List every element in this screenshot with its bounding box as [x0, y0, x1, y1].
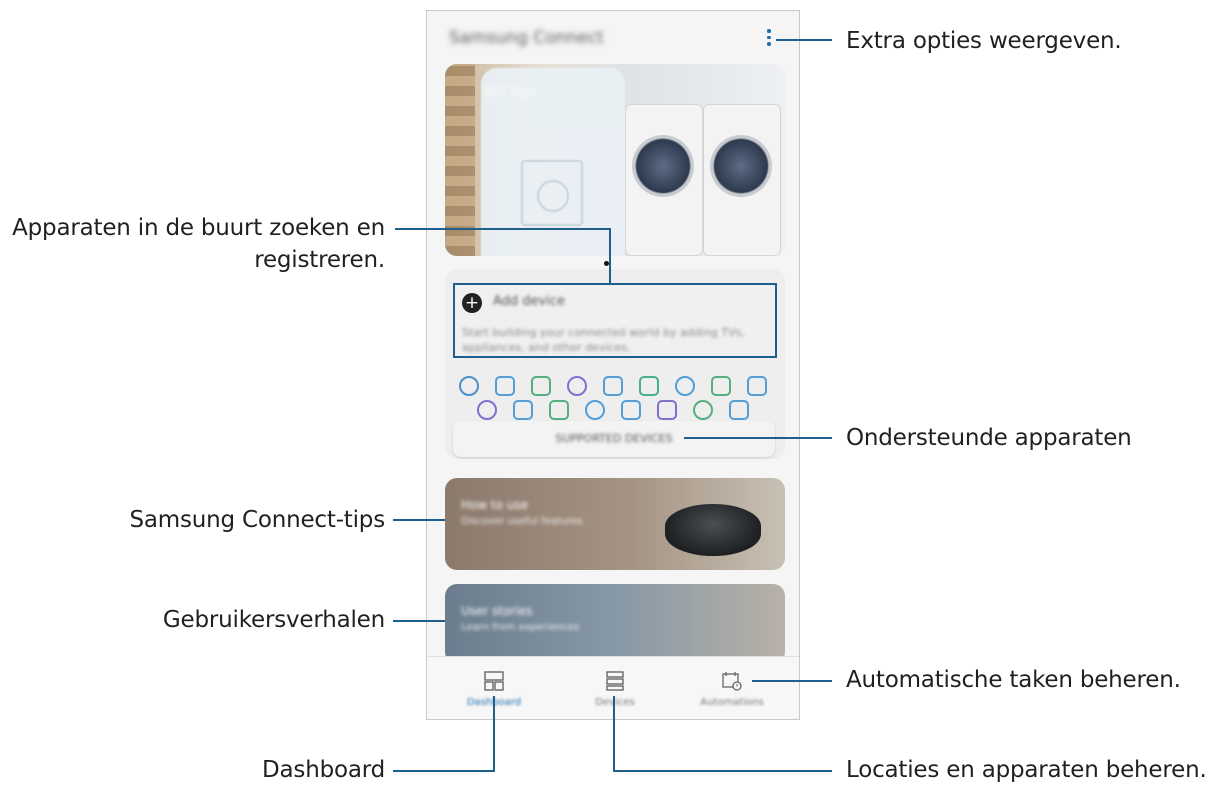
- calendar-clock-icon: [722, 672, 742, 691]
- camera2-icon: [585, 400, 605, 420]
- washer-icon: [477, 400, 497, 420]
- callout-stories: Gebruikersverhalen: [162, 607, 385, 633]
- nav-devices[interactable]: Devices: [560, 657, 670, 719]
- callout-line-menu: [776, 39, 832, 41]
- tv-icon: [747, 376, 767, 396]
- add-device-description: Start building your connected world by a…: [462, 326, 745, 354]
- app-title: Samsung Connect: [449, 28, 604, 48]
- phone-screen: Samsung Connect IoT tips + Add device St…: [426, 10, 800, 720]
- callout-add-device-1: Apparaten in de buurt zoeken en: [12, 215, 385, 241]
- hero-text: IoT tips: [485, 84, 537, 100]
- callout-line-tips: [393, 519, 445, 521]
- callout-tips: Samsung Connect-tips: [129, 507, 385, 533]
- callout-line-locations-v: [613, 696, 615, 772]
- tips-card[interactable]: How to use Discover useful features: [445, 478, 785, 570]
- callout-supported: Ondersteunde apparaten: [846, 425, 1132, 451]
- callout-line-automations: [752, 680, 832, 682]
- nav-automations[interactable]: Automations: [677, 657, 787, 719]
- callout-add-device-2: registreren.: [254, 247, 385, 273]
- vacuum-icon: [549, 400, 569, 420]
- robot-vacuum-icon: [711, 376, 731, 396]
- nav-devices-label: Devices: [560, 697, 670, 708]
- monitor-icon: [603, 376, 623, 396]
- plus-circle-icon: +: [462, 293, 482, 313]
- dashboard-icon: [484, 671, 504, 691]
- tablet-icon: [729, 400, 749, 420]
- camera-icon: [459, 376, 479, 396]
- outlet-icon: [675, 376, 695, 396]
- printer-icon: [513, 400, 533, 420]
- robot-vacuum-image: [665, 504, 761, 556]
- speaker-icon: [531, 376, 551, 396]
- callout-line-add-h: [395, 228, 610, 230]
- callout-line-dashboard-h: [393, 770, 495, 772]
- add-device-title: Add device: [493, 294, 566, 309]
- callout-locations: Locaties en apparaten beheren.: [846, 757, 1207, 783]
- supported-devices-button[interactable]: SUPPORTED DEVICES: [453, 421, 775, 457]
- stories-title: User stories: [461, 604, 533, 618]
- callout-line-stories: [393, 620, 445, 622]
- callout-line-supported: [684, 437, 832, 439]
- callout-menu: Extra opties weergeven.: [846, 28, 1122, 54]
- callout-line-dashboard-v: [493, 696, 495, 772]
- add-device-card[interactable]: + Add device Start building your connect…: [453, 283, 777, 358]
- watch-icon: [621, 400, 641, 420]
- callout-automations: Automatische taken beheren.: [846, 667, 1181, 693]
- app-bar: Samsung Connect: [427, 11, 799, 66]
- stories-subtitle: Learn from experiences: [461, 622, 580, 633]
- callout-line-locations-h: [613, 770, 832, 772]
- tips-subtitle: Discover useful features: [461, 516, 583, 527]
- callout-line-add-v: [609, 228, 611, 284]
- more-options-icon[interactable]: [763, 29, 775, 51]
- callout-dashboard: Dashboard: [262, 757, 385, 783]
- headset-icon: [639, 376, 659, 396]
- bulb-icon: [495, 376, 515, 396]
- washer-image: [625, 104, 703, 256]
- nav-automations-label: Automations: [700, 697, 764, 708]
- remote-icon: [567, 376, 587, 396]
- dryer-image: [703, 104, 781, 256]
- user-stories-card[interactable]: User stories Learn from experiences: [445, 584, 785, 664]
- devices-list-icon: [606, 671, 624, 691]
- hub-icon: [657, 400, 677, 420]
- display-icon: [693, 400, 713, 420]
- tips-title: How to use: [461, 498, 529, 512]
